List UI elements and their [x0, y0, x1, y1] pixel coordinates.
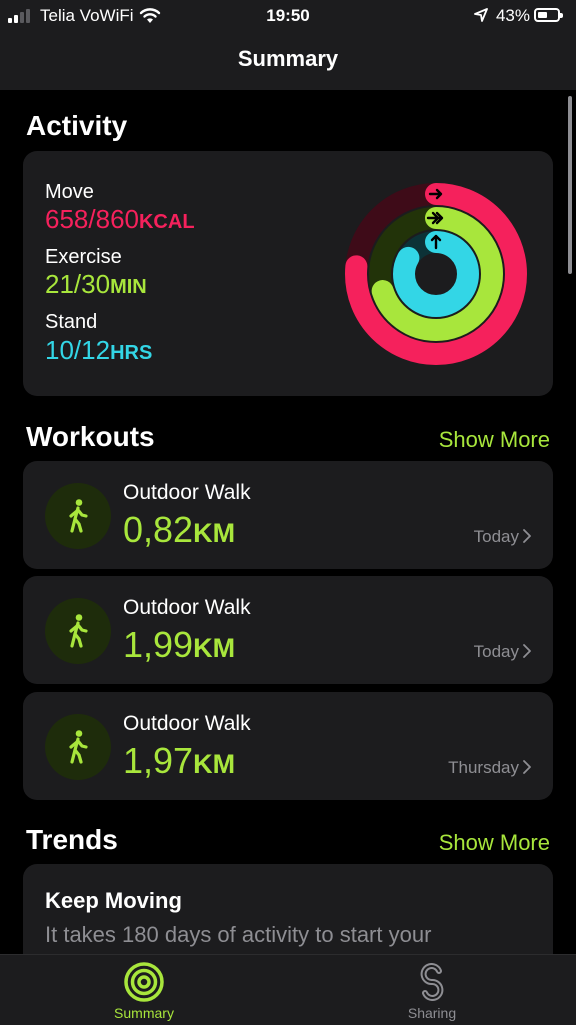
- battery-percentage: 43%: [495, 6, 530, 25]
- activity-section-title: Activity: [26, 110, 128, 141]
- workout-distance-unit: KM: [193, 749, 236, 779]
- page-title: Summary: [237, 46, 339, 71]
- tab-summary[interactable]: Summary: [64, 955, 224, 1025]
- workout-distance-unit: KM: [193, 518, 236, 548]
- navigation-bar: Summary: [0, 32, 576, 90]
- workouts-show-more-link[interactable]: Show More: [439, 427, 550, 453]
- workout-distance: 1,97KM: [123, 740, 235, 782]
- chevron-right-icon: [523, 760, 531, 774]
- workout-card[interactable]: Outdoor Walk 1,97KM Thursday: [23, 692, 553, 800]
- battery-icon: [534, 8, 563, 22]
- tab-summary-label: Summary: [114, 1005, 174, 1021]
- exercise-unit: MIN: [110, 276, 147, 298]
- activity-card[interactable]: Move 658/860KCAL Exercise 21/30MIN Stand…: [23, 151, 553, 396]
- chevron-right-icon: [523, 529, 531, 543]
- walking-figure-icon: [45, 483, 111, 549]
- walking-figure-icon: [45, 598, 111, 664]
- workout-name: Outdoor Walk: [123, 596, 251, 619]
- workout-distance: 1,99KM: [123, 624, 235, 666]
- trends-show-more-link[interactable]: Show More: [439, 830, 550, 856]
- stand-amount: 10/12: [45, 335, 111, 365]
- walking-figure-icon: [45, 714, 111, 780]
- tab-sharing-label: Sharing: [407, 1005, 457, 1021]
- workout-name: Outdoor Walk: [123, 712, 251, 735]
- status-time: 19:50: [266, 6, 310, 25]
- chevron-right-icon: [523, 644, 531, 658]
- workout-date: Thursday: [448, 758, 519, 777]
- exercise-amount: 21/30: [45, 269, 111, 299]
- workout-card[interactable]: Outdoor Walk 1,99KM Today: [23, 576, 553, 684]
- sharing-icon: [420, 963, 444, 1001]
- workout-date: Today: [473, 642, 519, 661]
- tab-sharing[interactable]: Sharing: [352, 955, 512, 1025]
- workout-distance-unit: KM: [193, 633, 236, 663]
- stand-label: Stand: [45, 311, 98, 333]
- stand-unit: HRS: [110, 342, 153, 364]
- move-unit: KCAL: [138, 211, 195, 233]
- exercise-label: Exercise: [45, 246, 122, 268]
- activity-rings-icon: [124, 962, 164, 1002]
- trends-section-title: Trends: [26, 824, 118, 855]
- activity-rings: [345, 183, 527, 365]
- location-arrow-icon: [474, 8, 488, 22]
- workout-name: Outdoor Walk: [123, 481, 251, 504]
- workouts-section-title: Workouts: [26, 421, 155, 452]
- scroll-indicator[interactable]: [568, 96, 572, 274]
- tab-bar: Summary Sharing: [0, 954, 576, 1025]
- stand-value: 10/12HRS: [45, 335, 152, 366]
- status-bar: Telia VoWiFi 19:50 43%: [0, 0, 576, 32]
- workout-distance-value: 1,99: [123, 624, 194, 665]
- workout-distance-value: 1,97: [123, 740, 194, 781]
- trend-card-title: Keep Moving: [45, 888, 182, 913]
- workout-distance-value: 0,82: [123, 509, 194, 550]
- trend-card-description: It takes 180 days of activity to start y…: [45, 922, 432, 947]
- move-amount: 658/860: [45, 204, 139, 234]
- move-value: 658/860KCAL: [45, 204, 195, 235]
- exercise-value: 21/30MIN: [45, 269, 147, 300]
- stand-ring: [393, 231, 479, 317]
- workout-card[interactable]: Outdoor Walk 0,82KM Today: [23, 461, 553, 569]
- move-label: Move: [45, 181, 94, 203]
- workout-date: Today: [473, 527, 519, 546]
- workout-distance: 0,82KM: [123, 509, 235, 551]
